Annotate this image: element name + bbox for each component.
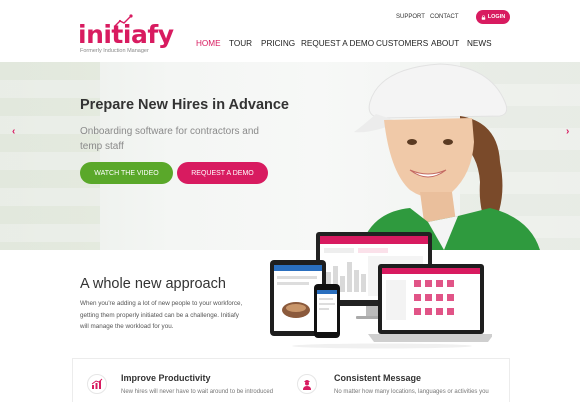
nav-request-demo[interactable]: REQUEST A DEMO [301, 39, 374, 48]
worker-icon [303, 380, 311, 390]
nav-news[interactable]: NEWS [467, 39, 492, 48]
nav-tour[interactable]: TOUR [229, 39, 252, 48]
chart-icon [91, 378, 103, 389]
hero-photo-woman [354, 63, 540, 250]
hero-background-left [0, 62, 100, 250]
main-nav: HOME TOUR PRICING REQUEST A DEMO CUSTOME… [0, 39, 580, 53]
watch-video-button[interactable]: WATCH THE VIDEO [80, 162, 173, 184]
lock-icon [481, 14, 486, 20]
logo-spark-icon [114, 14, 133, 27]
hero-title: Prepare New Hires in Advance [80, 97, 289, 113]
nav-home[interactable]: HOME [196, 39, 221, 48]
nav-customers[interactable]: CUSTOMERS [376, 39, 428, 48]
next-slide-arrow[interactable]: › [566, 126, 569, 137]
login-button[interactable]: LOGIN [476, 10, 510, 24]
hero-banner: ‹ › [0, 62, 580, 250]
feature-productivity-icon-badge [87, 374, 107, 394]
support-link[interactable]: SUPPORT [396, 14, 425, 20]
feature-productivity-title: Improve Productivity [121, 373, 211, 383]
feature-consistent-icon-badge [297, 374, 317, 394]
hero-subtitle: Onboarding software for contractors and … [80, 126, 259, 152]
approach-title: A whole new approach [80, 276, 226, 292]
prev-slide-arrow[interactable]: ‹ [12, 126, 15, 137]
contact-link[interactable]: CONTACT [430, 14, 459, 20]
feature-consistent-title: Consistent Message [334, 373, 422, 383]
feature-consistent-desc: No matter how many locations, languages … [334, 389, 489, 395]
nav-about[interactable]: ABOUT [431, 39, 459, 48]
nav-pricing[interactable]: PRICING [261, 39, 295, 48]
approach-body: When you're adding a lot of new people t… [80, 300, 243, 331]
request-demo-button[interactable]: REQUEST A DEMO [177, 162, 268, 184]
site-header: initiafy Formerly Induction Manager SUPP… [0, 0, 580, 62]
feature-productivity-desc: New hires will never have to wait around… [121, 389, 274, 395]
login-label: LOGIN [487, 14, 506, 20]
devices-mockup-image [270, 232, 492, 349]
